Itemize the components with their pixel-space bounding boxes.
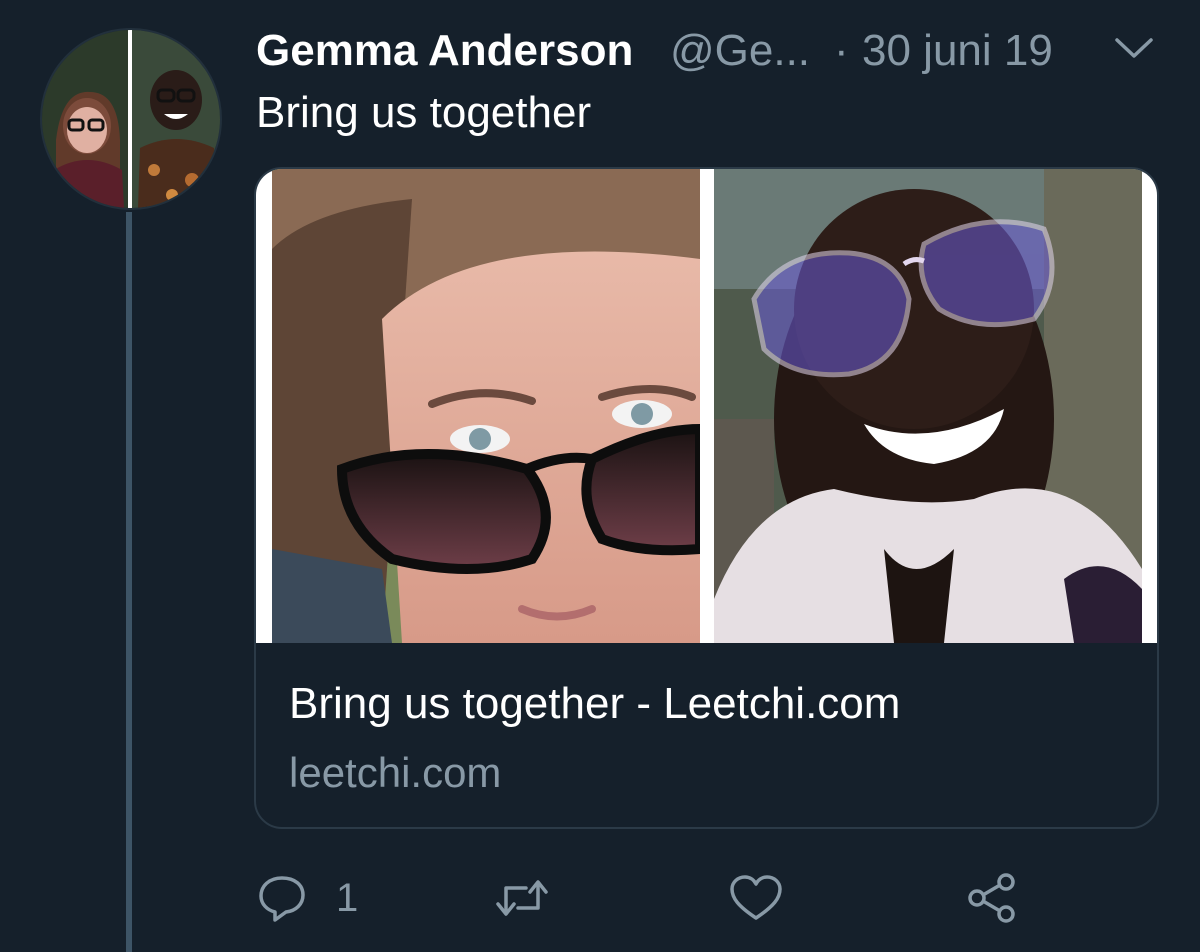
share-icon[interactable]	[964, 870, 1020, 926]
tweet-text: Bring us together	[256, 88, 592, 137]
like-button[interactable]	[728, 866, 784, 930]
author-handle[interactable]: @Ge...	[670, 26, 810, 76]
avatar[interactable]	[40, 28, 222, 210]
tweet-header: Gemma Anderson @Ge... · 30 juni 19	[256, 24, 1160, 80]
retweet-icon[interactable]	[492, 872, 552, 924]
retweet-button[interactable]	[492, 866, 552, 930]
thread-line	[126, 212, 132, 952]
reply-count: 1	[336, 875, 359, 920]
separator-dot: ·	[834, 26, 849, 75]
reply-button[interactable]: 1	[256, 866, 358, 930]
tweet-detail: Gemma Anderson @Ge... · 30 juni 19 Bring…	[0, 0, 1200, 952]
card-domain: leetchi.com	[289, 749, 502, 796]
reply-icon[interactable]	[256, 872, 308, 924]
tweet-actions: 1	[256, 866, 1056, 930]
author-name[interactable]: Gemma Anderson	[256, 26, 633, 76]
link-card[interactable]: Bring us together - Leetchi.com leetchi.…	[254, 167, 1159, 829]
heart-icon[interactable]	[728, 872, 784, 924]
share-button[interactable]	[964, 866, 1020, 930]
card-photo-right	[714, 169, 1142, 643]
chevron-down-icon[interactable]	[1111, 32, 1157, 64]
card-title[interactable]: Bring us together - Leetchi.com	[289, 679, 900, 729]
card-photo-left	[272, 169, 700, 643]
card-image[interactable]	[256, 169, 1157, 643]
tweet-date[interactable]: 30 juni 19	[862, 26, 1053, 76]
